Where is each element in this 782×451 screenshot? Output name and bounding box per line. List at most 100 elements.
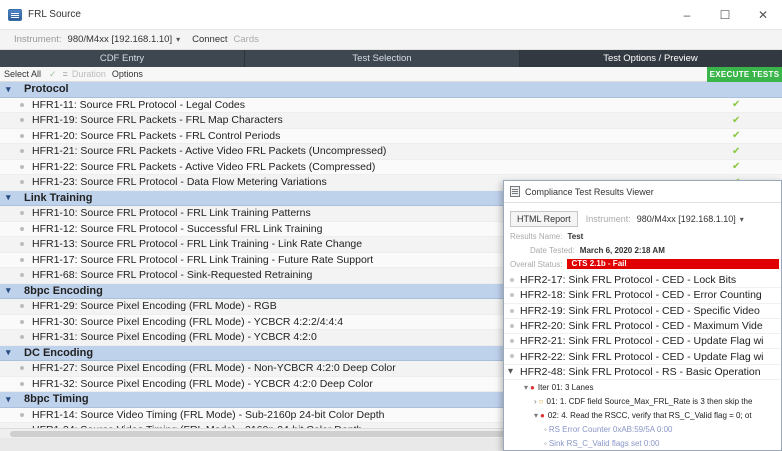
result-item[interactable]: HFR2-22: Sink FRL Protocol - CED - Updat… — [504, 349, 781, 365]
test-label: HFR1-32: Source Pixel Encoding (FRL Mode… — [32, 377, 373, 390]
test-row[interactable]: HFR1-20: Source FRL Packets - FRL Contro… — [0, 128, 782, 144]
check-icon[interactable]: ✓ — [49, 69, 57, 80]
test-row[interactable]: HFR1-19: Source FRL Packets - FRL Map Ch… — [0, 113, 782, 129]
test-row[interactable]: HFR1-11: Source FRL Protocol - Legal Cod… — [0, 97, 782, 113]
chevron-down-icon[interactable]: ▾ — [176, 35, 180, 44]
result-item[interactable]: HFR2-20: Sink FRL Protocol - CED - Maxim… — [504, 319, 781, 335]
bullet-icon — [20, 149, 24, 153]
step-label: 02: 4. Read the RSCC, verify that RS_C_V… — [547, 410, 752, 420]
collapse-icon[interactable]: ▾ — [6, 192, 11, 203]
instrument-select[interactable]: 980/M4xx [192.168.1.10] — [68, 34, 173, 45]
bullet-icon — [20, 319, 24, 324]
execute-tests-button[interactable]: EXECUTE TESTS — [707, 67, 782, 82]
viewer-instrument-select[interactable]: 980/M4xx [192.168.1.10] — [637, 214, 736, 224]
step-label: 01: 1. CDF field Source_Max_FRL_Rate is … — [546, 396, 753, 406]
cards-button[interactable]: Cards — [234, 34, 259, 45]
bullet-icon — [20, 242, 24, 246]
detail-row: ◦ RS Error Counter 0xAB:59/5A 0:00 — [504, 422, 781, 436]
detail-label: Sink RS_C_Valid flags set 0:00 — [548, 438, 660, 448]
bullet-icon: ◦ — [544, 424, 547, 434]
iteration-label: Iter 01: 3 Lanes — [537, 382, 594, 392]
category-label: 8bpc Encoding — [24, 284, 103, 297]
check-icon[interactable]: ✔ — [732, 115, 740, 126]
result-item[interactable]: HFR2-18: Sink FRL Protocol - CED - Error… — [504, 288, 781, 304]
viewer-toolbar: HTML Report Instrument: 980/M4xx [192.16… — [504, 209, 781, 229]
close-button[interactable]: ✕ — [744, 0, 782, 30]
fail-icon: ● — [530, 382, 535, 392]
date-tested-label: Date Tested: — [530, 245, 575, 255]
step-row[interactable]: › ○ 01: 1. CDF field Source_Max_FRL_Rate… — [504, 394, 781, 408]
test-label: HFR1-68: Source FRL Protocol - Sink-Requ… — [32, 269, 313, 282]
test-row[interactable]: HFR1-21: Source FRL Packets - Active Vid… — [0, 144, 782, 160]
test-label: HFR1-23: Source FRL Protocol - Data Flow… — [32, 176, 327, 189]
bullet-icon — [20, 304, 24, 308]
test-row[interactable]: HFR1-22: Source FRL Packets - Active Vid… — [0, 159, 782, 175]
detail-label: RS Error Counter 0xAB:59/5A 0:00 — [548, 424, 673, 434]
window-controls: – ☐ ✕ — [668, 0, 782, 30]
instrument-label: Instrument: — [14, 34, 62, 45]
bullet-icon: ◦ — [544, 438, 547, 448]
maximize-button[interactable]: ☐ — [706, 0, 744, 30]
bullet-icon — [20, 335, 24, 339]
instrument-bar: Instrument: 980/M4xx [192.168.1.10] ▾ Co… — [0, 30, 782, 50]
options-toolbar: Select All ✓ = Duration Options EXECUTE … — [0, 67, 782, 82]
collapse-icon[interactable]: ▾ — [6, 285, 11, 296]
result-item[interactable]: HFR2-19: Sink FRL Protocol - CED - Speci… — [504, 304, 781, 319]
result-item-label: HFR2-19: Sink FRL Protocol - CED - Speci… — [520, 304, 760, 317]
check-icon[interactable]: ✔ — [732, 146, 740, 157]
options-button[interactable]: Options — [112, 69, 143, 79]
category-row[interactable]: ▾ Protocol — [0, 82, 782, 98]
result-item-label: HFR2-21: Sink FRL Protocol - CED - Updat… — [520, 335, 764, 348]
collapse-icon[interactable]: ▾ — [6, 84, 11, 95]
result-item[interactable]: HFR2-17: Sink FRL Protocol - CED - Lock … — [504, 273, 781, 289]
bullet-icon — [20, 102, 24, 107]
scrollbar-thumb[interactable] — [10, 431, 510, 437]
html-report-button[interactable]: HTML Report — [510, 211, 578, 227]
category-label: DC Encoding — [24, 346, 94, 359]
check-icon[interactable]: ✔ — [732, 161, 740, 172]
test-label: HFR1-22: Source FRL Packets - Active Vid… — [32, 160, 376, 173]
tab-cdf-entry[interactable]: CDF Entry — [0, 50, 245, 67]
results-name-row: Results Name: Test — [510, 229, 781, 243]
select-all-button[interactable]: Select All — [4, 69, 41, 79]
connect-button[interactable]: Connect — [192, 34, 227, 45]
collapse-icon[interactable]: ▾ — [6, 347, 11, 358]
detail-row: ◦ Sink RS_C_Valid flags set 0:00 — [504, 436, 781, 450]
bullet-icon — [510, 308, 514, 313]
overall-status-row: Overall Status: CTS 2.1b - Fail — [510, 257, 781, 271]
tab-test-selection[interactable]: Test Selection — [245, 50, 520, 67]
step-row[interactable]: ▾ ● 02: 4. Read the RSCC, verify that RS… — [504, 408, 781, 422]
minimize-button[interactable]: – — [668, 0, 706, 30]
check-icon[interactable]: ✔ — [732, 130, 740, 141]
test-label: HFR1-14: Source Video Timing (FRL Mode) … — [32, 408, 385, 421]
collapse-icon[interactable]: ▾ — [6, 394, 11, 405]
test-label: HFR1-10: Source FRL Protocol - FRL Link … — [32, 207, 311, 220]
bullet-icon — [20, 366, 24, 370]
duration-button[interactable]: Duration — [72, 69, 106, 79]
bullet-icon — [510, 323, 514, 328]
test-label: HFR1-27: Source Pixel Encoding (FRL Mode… — [32, 362, 396, 375]
bullet-icon — [20, 180, 24, 184]
status-badge: CTS 2.1b - Fail — [567, 259, 780, 269]
bullet-icon — [20, 226, 24, 231]
check-icon[interactable]: ✔ — [732, 99, 740, 110]
tab-test-options-preview[interactable]: Test Options / Preview — [520, 50, 782, 67]
result-item[interactable]: HFR2-21: Sink FRL Protocol - CED - Updat… — [504, 334, 781, 350]
category-label: 8bpc Timing — [24, 393, 89, 406]
chevron-down-icon[interactable]: ▾ — [524, 383, 528, 392]
iteration-row[interactable]: ▾ ● Iter 01: 3 Lanes — [504, 380, 781, 394]
viewer-title-bar: Compliance Test Results Viewer — [504, 181, 781, 203]
bullet-icon — [20, 412, 24, 417]
app-icon — [8, 8, 22, 21]
category-label: Link Training — [24, 191, 93, 204]
results-name-label: Results Name: — [510, 231, 563, 241]
result-item-expanded[interactable]: ▾ HFR2-48: Sink FRL Protocol - RS - Basi… — [504, 365, 781, 381]
test-label: HFR1-29: Source Pixel Encoding (FRL Mode… — [32, 300, 277, 313]
window-title: FRL Source — [28, 9, 81, 20]
chevron-down-icon[interactable]: ▾ — [534, 411, 538, 420]
equals-icon[interactable]: = — [63, 69, 68, 79]
chevron-down-icon[interactable]: ▾ — [740, 215, 744, 224]
chevron-right-icon[interactable]: › — [534, 397, 537, 406]
chevron-down-icon[interactable]: ▾ — [508, 366, 513, 377]
test-label: HFR1-21: Source FRL Packets - Active Vid… — [32, 145, 387, 158]
